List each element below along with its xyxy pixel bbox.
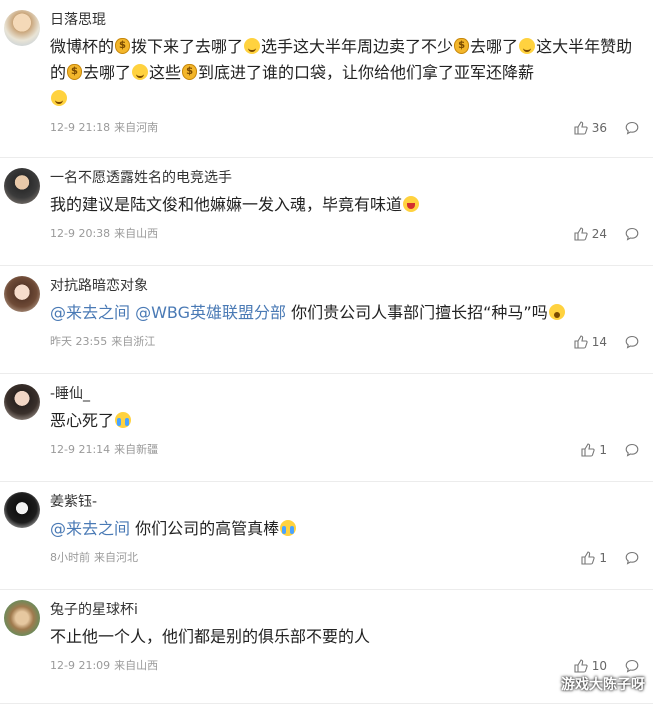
comment-text: 不止他一个人，他们都是别的俱乐部不要的人 <box>50 627 371 646</box>
watermark: 游戏大陈子呀 <box>561 677 645 693</box>
like-button[interactable]: 1 <box>581 442 607 458</box>
money-bag-icon <box>454 38 470 54</box>
tongue-emoji-icon <box>403 196 420 212</box>
thumbs-up-icon <box>581 443 595 457</box>
surprised-emoji-icon <box>548 304 565 320</box>
like-button[interactable]: 36 <box>574 120 607 136</box>
like-count: 36 <box>591 121 607 135</box>
money-bag-icon <box>67 64 83 80</box>
thumbs-up-icon <box>574 335 588 349</box>
like-count: 24 <box>591 227 607 241</box>
like-button[interactable]: 24 <box>574 226 607 242</box>
comment-text: @来去之间 你们公司的高管真棒 <box>50 516 639 542</box>
comment-meta: 12-9 21:09 来自山西 10 <box>50 658 639 674</box>
like-button[interactable]: 10 <box>574 658 607 674</box>
thumbs-up-icon <box>574 227 588 241</box>
comment-text: 恶心死了 <box>50 408 639 434</box>
comment-location: 来自河南 <box>114 121 159 134</box>
like-count: 1 <box>599 551 607 565</box>
like-button[interactable]: 1 <box>581 550 607 566</box>
avatar[interactable] <box>4 600 40 636</box>
crying-emoji-icon <box>280 520 297 536</box>
thumbs-up-icon <box>574 121 588 135</box>
comment-username[interactable]: 姜紫钰- <box>50 482 639 512</box>
comment-location: 来自浙江 <box>111 335 156 348</box>
like-count: 10 <box>591 659 607 673</box>
smile-emoji-icon <box>244 38 261 54</box>
comment-location: 来自山西 <box>114 659 159 672</box>
comment-time: 12-9 21:14 <box>50 443 111 456</box>
like-button[interactable]: 14 <box>574 334 607 350</box>
comment-bubble-icon[interactable] <box>625 227 639 241</box>
crying-emoji-icon <box>115 412 132 428</box>
comment-location: 来自新疆 <box>114 443 159 456</box>
comment-item: 日落思琨 微博杯的拨下来了去哪了选手这大半年周边卖了不少去哪了这大半年赞助的去哪… <box>0 0 653 158</box>
mention-link[interactable]: @来去之间 <box>50 519 130 538</box>
like-count: 14 <box>591 335 607 349</box>
comment-bubble-icon[interactable] <box>625 335 639 349</box>
comment-bubble-icon[interactable] <box>625 121 639 135</box>
money-bag-icon <box>182 64 198 80</box>
avatar[interactable] <box>4 168 40 204</box>
comment-location: 来自河北 <box>94 551 138 564</box>
comment-meta: 12-9 20:38 来自山西 24 <box>50 226 639 242</box>
comment-item: 一名不愿透露姓名的电竞选手 我的建议是陆文俊和他嫲嫲一发入魂，毕竟有味道 12-… <box>0 158 653 266</box>
comment-bubble-icon[interactable] <box>625 443 639 457</box>
comment-username[interactable]: 一名不愿透露姓名的电竞选手 <box>50 158 639 188</box>
comment-time: 8小时前 <box>50 551 90 564</box>
comment-time: 12-9 21:18 <box>50 121 111 134</box>
comment-location: 来自山西 <box>114 227 159 240</box>
comment-bubble-icon[interactable] <box>625 659 639 673</box>
comment-time: 昨天 23:55 <box>50 335 108 348</box>
avatar[interactable] <box>4 492 40 528</box>
comment-username[interactable]: -睡仙_ <box>50 374 639 404</box>
mention-link[interactable]: @来去之间 <box>50 303 130 322</box>
comment-meta: 12-9 21:18 来自河南 36 <box>50 120 639 136</box>
avatar[interactable] <box>4 276 40 312</box>
mention-link[interactable]: @WBG英雄联盟分部 <box>135 303 286 322</box>
smile-emoji-icon <box>132 64 149 80</box>
comment-text: 微博杯的拨下来了去哪了选手这大半年周边卖了不少去哪了这大半年赞助的去哪了这些到底… <box>50 34 639 112</box>
smile-emoji-icon <box>51 90 67 106</box>
like-count: 1 <box>599 443 607 457</box>
thumbs-up-icon <box>574 659 588 673</box>
comment-item: 对抗路暗恋对象 @来去之间 @WBG英雄联盟分部 你们贵公司人事部门擅长招“种马… <box>0 266 653 374</box>
comment-meta: 12-9 21:14 来自新疆 1 <box>50 442 639 458</box>
comment-item: 兔子的星球杯i 不止他一个人，他们都是别的俱乐部不要的人 12-9 21:09 来… <box>0 590 653 704</box>
avatar[interactable] <box>4 10 40 46</box>
comment-time: 12-9 21:09 <box>50 659 111 672</box>
comment-text: @来去之间 @WBG英雄联盟分部 你们贵公司人事部门擅长招“种马”吗 <box>50 300 639 326</box>
comment-bubble-icon[interactable] <box>625 551 639 565</box>
comment-username[interactable]: 兔子的星球杯i <box>50 590 639 620</box>
avatar[interactable] <box>4 384 40 420</box>
comment-time: 12-9 20:38 <box>50 227 111 240</box>
comment-meta: 昨天 23:55 来自浙江 14 <box>50 334 639 350</box>
smile-emoji-icon <box>519 38 536 54</box>
comment-item: 姜紫钰- @来去之间 你们公司的高管真棒 8小时前 来自河北 1 <box>0 482 653 590</box>
money-bag-icon <box>115 38 131 54</box>
comment-item: -睡仙_ 恶心死了 12-9 21:14 来自新疆 1 <box>0 374 653 482</box>
comment-username[interactable]: 日落思琨 <box>50 0 639 30</box>
comment-username[interactable]: 对抗路暗恋对象 <box>50 266 639 296</box>
thumbs-up-icon <box>581 551 595 565</box>
comment-meta: 8小时前 来自河北 1 <box>50 550 639 566</box>
comment-text: 我的建议是陆文俊和他嫲嫲一发入魂，毕竟有味道 <box>50 192 639 218</box>
